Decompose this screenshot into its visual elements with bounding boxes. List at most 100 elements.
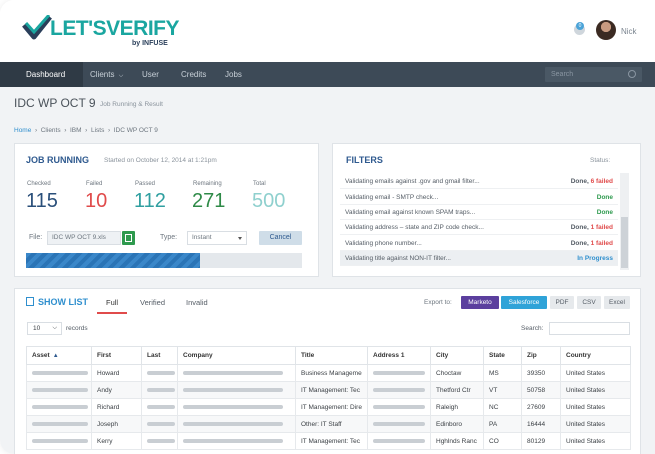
- table-cell: IT Management: Tec: [295, 432, 368, 450]
- filters-status-label: Status:: [590, 157, 611, 164]
- filter-row: Validating phone number... Done, 1 faile…: [340, 236, 618, 251]
- records-per-page-select[interactable]: 10 ⌵: [27, 322, 62, 335]
- column-header-country[interactable]: Country: [560, 346, 631, 365]
- nav-credits[interactable]: Credits: [181, 62, 206, 87]
- table-cell: IT Management: Dire: [295, 398, 368, 416]
- table-row[interactable]: Richard IT Management: Dire Raleigh NC 27609…: [26, 398, 631, 416]
- table-cell: United States: [560, 364, 631, 382]
- filter-text: Validating title against NON-IT filter..…: [345, 255, 451, 262]
- column-header-first[interactable]: First: [91, 346, 142, 365]
- table-cell: [26, 381, 92, 399]
- results-table: Asset ▲ First Last Company Title Address …: [26, 346, 631, 450]
- type-select[interactable]: Instant: [187, 231, 247, 245]
- tab-invalid[interactable]: Invalid: [186, 298, 208, 307]
- chevron-down-icon: ⌵: [52, 325, 57, 331]
- scrollbar-thumb[interactable]: [621, 217, 628, 268]
- stat-total-label: Total: [253, 181, 266, 187]
- column-header-last[interactable]: Last: [141, 346, 178, 365]
- nav-user[interactable]: User: [142, 62, 159, 87]
- table-cell: [141, 432, 178, 450]
- stat-checked-value: 115: [26, 190, 58, 212]
- table-cell: VT: [483, 381, 522, 399]
- export-excel-button[interactable]: Excel: [604, 296, 630, 309]
- table-cell: United States: [560, 398, 631, 416]
- table-cell: CO: [483, 432, 522, 450]
- table-cell: [177, 381, 296, 399]
- table-cell: 39350: [521, 364, 561, 382]
- table-cell: Choctaw: [430, 364, 484, 382]
- export-salesforce-button[interactable]: Salesforce: [501, 296, 547, 309]
- export-pdf-button[interactable]: PDF: [550, 296, 574, 309]
- redacted-value: [183, 438, 283, 443]
- column-header-city[interactable]: City: [430, 346, 484, 365]
- avatar[interactable]: [596, 20, 616, 40]
- table-cell: [367, 415, 431, 433]
- filter-text: Validating address – state and ZIP code …: [345, 224, 484, 231]
- column-header-title[interactable]: Title: [295, 346, 368, 365]
- breadcrumb-ibm[interactable]: IBM: [70, 127, 82, 134]
- table-cell: [141, 381, 178, 399]
- breadcrumb-clients[interactable]: Clients: [41, 127, 61, 134]
- tab-full[interactable]: Full: [106, 298, 118, 307]
- redacted-value: [147, 421, 175, 426]
- redacted-value: [147, 438, 175, 443]
- table-cell: [177, 415, 296, 433]
- stat-checked-label: Checked: [27, 181, 51, 187]
- table-cell: PA: [483, 415, 522, 433]
- filter-status: In Progress: [577, 255, 613, 262]
- table-cell: 50758: [521, 381, 561, 399]
- table-row[interactable]: Andy IT Management: Tec Thetford Ctr VT 5075…: [26, 381, 631, 399]
- export-csv-button[interactable]: CSV: [577, 296, 601, 309]
- table-row[interactable]: Joseph Other: IT Staff Edinboro PA 16444 Unit…: [26, 415, 631, 433]
- chevron-down-icon: ⌵: [118, 73, 124, 79]
- list-search-input[interactable]: [549, 322, 630, 335]
- file-name-field[interactable]: IDC WP OCT 9.xls: [47, 231, 121, 245]
- redacted-value: [183, 387, 283, 392]
- table-row[interactable]: Howard Business Manageme Choctaw MS 39350 Uni…: [26, 364, 631, 382]
- cancel-button[interactable]: Cancel: [259, 231, 302, 245]
- table-cell: United States: [560, 381, 631, 399]
- brand-sub: by INFUSE: [132, 40, 168, 47]
- table-cell: [177, 432, 296, 450]
- nav-dashboard[interactable]: Dashboard: [0, 62, 83, 87]
- stat-remaining-label: Remaining: [193, 181, 222, 187]
- user-name[interactable]: Nick: [621, 27, 637, 36]
- show-list-title[interactable]: SHOW LIST: [38, 297, 88, 307]
- nav-jobs[interactable]: Jobs: [225, 62, 242, 87]
- breadcrumb-lists[interactable]: Lists: [91, 127, 104, 134]
- filter-status: Done: [596, 194, 613, 201]
- table-cell: [367, 364, 431, 382]
- export-marketo-button[interactable]: Marketo: [461, 296, 499, 309]
- filters-scrollbar[interactable]: [620, 173, 629, 270]
- table-cell: [26, 415, 92, 433]
- column-header-company[interactable]: Company: [177, 346, 296, 365]
- filter-status: Done: [596, 209, 613, 216]
- redacted-value: [373, 438, 425, 443]
- type-select-value: Instant: [192, 234, 212, 241]
- filter-row-active: Validating title against NON-IT filter..…: [340, 251, 618, 266]
- stat-passed-value: 112: [134, 190, 166, 212]
- stat-failed-value: 10: [85, 190, 108, 212]
- nav-clients[interactable]: Clients ⌵: [83, 62, 133, 87]
- column-header-asset[interactable]: Asset ▲: [26, 346, 92, 365]
- nav-search-input[interactable]: Search: [545, 67, 642, 82]
- tab-verified[interactable]: Verified: [140, 298, 165, 307]
- records-label: records: [66, 325, 88, 332]
- stat-passed-label: Passed: [135, 181, 156, 187]
- app-window: LET'SVERIFY by INFUSE 0 Nick Dashboard C…: [0, 0, 655, 454]
- excel-file-icon[interactable]: [122, 231, 135, 245]
- column-header-zip[interactable]: Zip: [521, 346, 561, 365]
- page-title: IDC WP OCT 9: [14, 96, 96, 110]
- job-running-title: JOB RUNNING: [26, 155, 90, 165]
- table-cell: 16444: [521, 415, 561, 433]
- redacted-value: [32, 438, 88, 443]
- breadcrumb-home[interactable]: Home: [14, 127, 31, 134]
- redacted-value: [32, 421, 88, 426]
- table-row[interactable]: Kerry IT Management: Tec Hghlnds Ranc CO 801…: [26, 432, 631, 450]
- column-header-address[interactable]: Address 1: [367, 346, 431, 365]
- column-header-state[interactable]: State: [483, 346, 522, 365]
- brand-name: LET'SVERIFY: [50, 17, 180, 40]
- filter-status: Done, 6 failed: [570, 178, 613, 185]
- list-search-label: Search:: [521, 325, 544, 332]
- table-cell: [177, 398, 296, 416]
